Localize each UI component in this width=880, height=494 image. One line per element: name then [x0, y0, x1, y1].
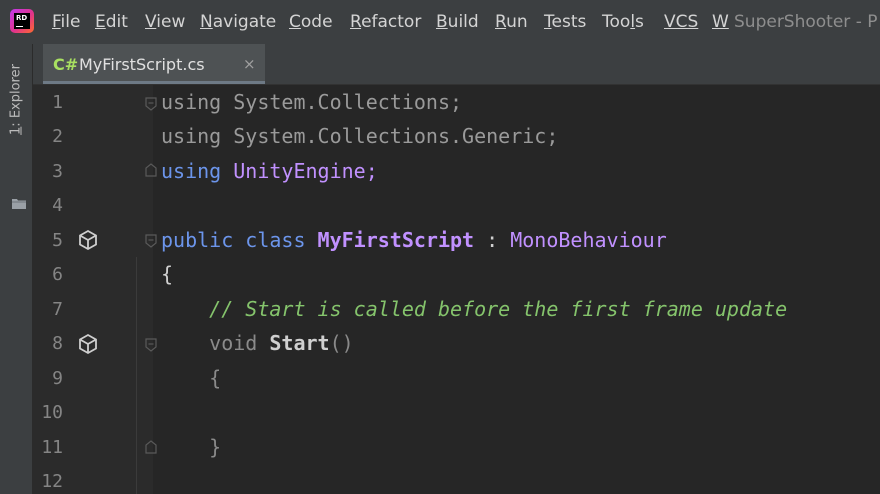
- indent-guide: [136, 257, 137, 494]
- line-number: 1: [52, 92, 63, 113]
- menu-edit[interactable]: Edit: [95, 12, 128, 32]
- line-number: 5: [52, 230, 63, 251]
- tab-label: MyFirstScript.cs: [79, 55, 205, 74]
- code-line: void Start(): [209, 331, 354, 355]
- fold-marker-icon[interactable]: [145, 97, 157, 111]
- code-line: }: [209, 435, 222, 459]
- unity-icon[interactable]: [77, 333, 99, 355]
- code-line: public class MyFirstScript : MonoBehavio…: [161, 228, 667, 252]
- tab-myfirstscript[interactable]: C# MyFirstScript.cs ×: [43, 44, 265, 84]
- logo-text: RD: [16, 14, 28, 22]
- line-number: 7: [52, 299, 63, 320]
- menu-window[interactable]: W: [712, 12, 729, 32]
- menu-vcs[interactable]: VCS: [664, 12, 698, 32]
- menu-tests[interactable]: Tests: [544, 12, 586, 32]
- menu-tools[interactable]: Tools: [602, 12, 644, 32]
- menu-run[interactable]: Run: [495, 12, 528, 32]
- fold-end-marker-icon[interactable]: [145, 163, 157, 177]
- close-icon[interactable]: ×: [243, 55, 256, 73]
- rider-logo-icon[interactable]: RD: [10, 9, 34, 33]
- editor-tab-bar: C# MyFirstScript.cs ×: [33, 44, 880, 85]
- line-number: 12: [41, 471, 63, 492]
- csharp-file-icon: C#: [53, 55, 79, 74]
- folder-icon: [12, 199, 26, 209]
- code-line: using System.Collections;: [161, 90, 463, 114]
- menu-refactor[interactable]: Refactor: [350, 12, 421, 32]
- code-line: {: [161, 262, 174, 286]
- line-number: 6: [52, 264, 63, 285]
- code-line: // Start is called before the first fram…: [209, 297, 788, 321]
- menu-navigate[interactable]: Navigate: [200, 12, 276, 32]
- code-editor[interactable]: 1 2 3 4 5 6 7 8 9 10 11 12 using System.…: [33, 85, 880, 494]
- line-number: 9: [52, 368, 63, 389]
- window-title: SuperShooter - P: [734, 12, 878, 32]
- fold-marker-icon[interactable]: [145, 234, 157, 248]
- code-line: using UnityEngine;: [161, 159, 378, 183]
- menu-view[interactable]: View: [145, 12, 185, 32]
- menu-build[interactable]: Build: [436, 12, 479, 32]
- line-number: 8: [52, 333, 63, 354]
- code-line: using System.Collections.Generic;: [161, 124, 559, 148]
- unity-icon[interactable]: [77, 229, 99, 251]
- ide-window: RD File Edit View Navigate Code Refactor…: [0, 0, 880, 494]
- line-number: 11: [41, 437, 63, 458]
- line-number: 3: [52, 161, 63, 182]
- line-number: 10: [41, 402, 63, 423]
- line-number: 2: [52, 126, 63, 147]
- tab-active-indicator: [43, 81, 265, 84]
- menu-code[interactable]: Code: [289, 12, 333, 32]
- explorer-label: 1: Explorer: [8, 64, 24, 135]
- code-line: {: [209, 366, 222, 390]
- menu-file[interactable]: File: [52, 12, 80, 32]
- line-number: 4: [52, 195, 63, 216]
- menu-bar: RD File Edit View Navigate Code Refactor…: [0, 0, 880, 44]
- explorer-tool-button[interactable]: 1: Explorer: [4, 56, 28, 209]
- left-tool-stripe: 1: Explorer: [0, 44, 33, 494]
- fold-marker-icon[interactable]: [145, 338, 157, 352]
- fold-end-marker-icon[interactable]: [145, 440, 157, 454]
